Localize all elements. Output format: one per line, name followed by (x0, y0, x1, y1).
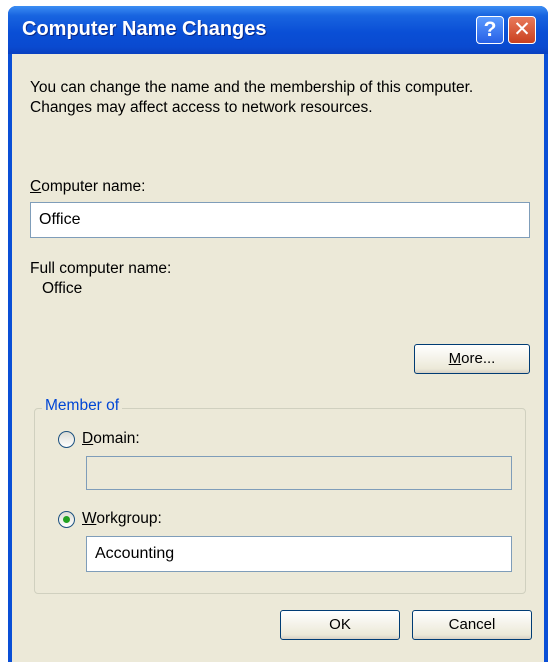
description-text: You can change the name and the membersh… (30, 79, 474, 116)
full-computer-name-value: Office (42, 280, 83, 297)
computer-name-input[interactable]: Office (30, 202, 530, 238)
dialog-body: You can change the name and the membersh… (12, 54, 544, 662)
radio-selected-dot (63, 516, 70, 523)
close-icon: ✕ (513, 18, 531, 41)
full-computer-name-label: Full computer name: (30, 260, 172, 277)
domain-input[interactable] (86, 456, 512, 490)
domain-label[interactable]: Domain: (82, 430, 140, 448)
workgroup-radio[interactable] (58, 511, 75, 528)
dialog-window: Computer Name Changes ? ✕ You can change… (8, 6, 548, 662)
help-button[interactable]: ? (476, 16, 504, 44)
cancel-button[interactable]: Cancel (412, 610, 532, 640)
help-icon: ? (483, 18, 497, 41)
ok-button[interactable]: OK (280, 610, 400, 640)
window-title: Computer Name Changes (22, 18, 267, 40)
computer-name-label: Computer name: (30, 178, 146, 195)
title-bar[interactable]: Computer Name Changes ? ✕ (8, 6, 548, 54)
close-button[interactable]: ✕ (508, 16, 536, 44)
domain-radio[interactable] (58, 431, 75, 448)
workgroup-label[interactable]: Workgroup: (82, 510, 162, 528)
workgroup-input[interactable]: Accounting (86, 536, 512, 572)
member-of-legend: Member of (42, 397, 123, 415)
more-button[interactable]: More... (414, 344, 530, 374)
